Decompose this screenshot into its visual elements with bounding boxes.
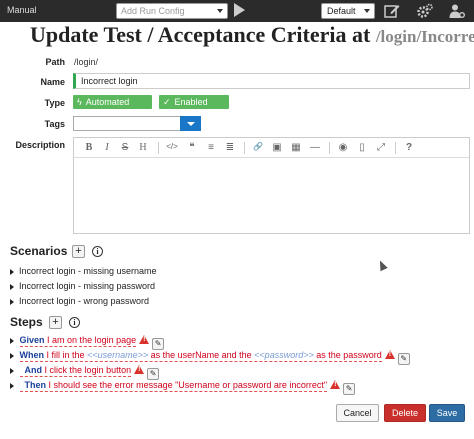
toolbar-divider xyxy=(244,142,245,154)
step-text: And I click the login button xyxy=(19,365,132,377)
bold-button[interactable]: B xyxy=(83,142,95,153)
enabled-toggle[interactable]: ✓ Enabled xyxy=(159,95,229,109)
unordered-list-button[interactable]: ≡ xyxy=(205,142,217,153)
page-title-path: /login/Incorrect xyxy=(375,27,474,46)
expand-icon xyxy=(10,298,14,305)
code-button[interactable]: </> xyxy=(166,142,178,151)
description-label: Description xyxy=(15,140,65,150)
expand-icon xyxy=(10,268,14,275)
fullscreen-button[interactable]: ⤢ xyxy=(375,142,387,153)
step-text: Given I am on the login page xyxy=(19,335,137,347)
warning-icon xyxy=(384,350,395,359)
ordered-list-button[interactable]: ≣ xyxy=(224,142,236,153)
expand-icon xyxy=(10,382,14,389)
expand-icon xyxy=(10,337,14,344)
scenarios-heading: Scenarios xyxy=(10,244,68,258)
quote-button[interactable]: ❝ xyxy=(186,142,198,153)
type-value: Automated xyxy=(85,97,130,107)
tags-input[interactable] xyxy=(73,116,181,131)
heading-button[interactable]: H xyxy=(137,142,149,153)
add-step-button[interactable]: + xyxy=(49,316,62,329)
warning-icon xyxy=(139,335,150,344)
step-row[interactable]: Then I should see the error message "Use… xyxy=(10,380,356,395)
mode-label: Manual xyxy=(7,5,37,15)
pencil-icon[interactable]: ✎ xyxy=(343,383,356,395)
pencil-icon[interactable]: ✎ xyxy=(147,368,160,380)
top-toolbar: Manual Add Run Config Default xyxy=(0,0,474,22)
tags-dropdown-button[interactable] xyxy=(180,116,201,131)
table-button[interactable]: ▦ xyxy=(290,142,302,153)
play-icon[interactable] xyxy=(234,3,245,17)
scenario-item[interactable]: Incorrect login - missing password xyxy=(10,281,155,291)
chevron-down-icon xyxy=(217,9,223,13)
step-parameter: <<password>> xyxy=(254,350,314,360)
step-keyword: Then xyxy=(24,380,47,390)
toolbar-divider xyxy=(395,142,396,154)
enabled-value: Enabled xyxy=(174,97,208,107)
side-by-side-button[interactable]: ▯ xyxy=(356,142,368,153)
step-keyword: When xyxy=(19,350,45,360)
path-value: /login/ xyxy=(74,57,99,67)
page-title-main: Update Test / Acceptance Criteria at xyxy=(30,22,376,47)
type-toggle[interactable]: ϟ Automated xyxy=(73,95,152,109)
description-editor[interactable]: B I S H </> ❝ ≡ ≣ 🔗 ▣ ▦ — ◉ ▯ ⤢ ? xyxy=(73,137,470,234)
info-icon[interactable]: i xyxy=(92,246,103,257)
type-label: Type xyxy=(44,98,65,108)
add-scenario-button[interactable]: + xyxy=(72,245,85,258)
strikethrough-button[interactable]: S xyxy=(119,142,131,153)
warning-icon xyxy=(134,365,145,374)
step-text: Then I should see the error message "Use… xyxy=(19,380,328,392)
bolt-icon: ϟ xyxy=(77,97,82,107)
save-button[interactable]: Save xyxy=(429,404,465,422)
scenario-label: Incorrect login - wrong password xyxy=(19,296,150,306)
pencil-icon[interactable]: ✎ xyxy=(152,338,165,350)
edit-icon[interactable] xyxy=(384,3,400,19)
horizontal-rule-button[interactable]: — xyxy=(309,142,321,153)
delete-button[interactable]: Delete xyxy=(384,404,426,422)
name-input[interactable]: Incorrect login xyxy=(73,73,470,89)
toolbar-divider xyxy=(329,142,330,154)
step-row[interactable]: And I click the login button ✎ xyxy=(10,365,160,380)
help-button[interactable]: ? xyxy=(403,142,415,153)
run-config-placeholder: Add Run Config xyxy=(121,6,185,16)
scenario-label: Incorrect login - missing username xyxy=(19,266,157,276)
scenario-label: Incorrect login - missing password xyxy=(19,281,156,291)
users-settings-icon[interactable] xyxy=(449,3,465,19)
info-icon[interactable]: i xyxy=(69,317,80,328)
pencil-icon[interactable]: ✎ xyxy=(397,353,410,365)
step-text: When I fill in the <<username>> as the u… xyxy=(19,350,382,362)
expand-icon xyxy=(10,367,14,374)
scenario-item[interactable]: Incorrect login - wrong password xyxy=(10,296,149,306)
expand-icon xyxy=(10,283,14,290)
step-parameter: <<username>> xyxy=(87,350,149,360)
toolbar-divider xyxy=(158,142,159,154)
gears-icon[interactable] xyxy=(417,3,433,19)
tags-label: Tags xyxy=(44,119,65,129)
expand-icon xyxy=(10,352,14,359)
step-keyword: And xyxy=(24,365,43,375)
chevron-down-icon xyxy=(364,9,370,13)
editor-toolbar: B I S H </> ❝ ≡ ≣ 🔗 ▣ ▦ — ◉ ▯ ⤢ ? xyxy=(74,138,469,158)
step-row[interactable]: Given I am on the login page ✎ xyxy=(10,335,165,350)
check-icon: ✓ xyxy=(163,97,171,107)
link-button[interactable]: 🔗 xyxy=(252,142,264,151)
preview-button[interactable]: ◉ xyxy=(337,142,349,153)
path-label: Path xyxy=(45,57,65,67)
step-keyword: Given xyxy=(19,335,45,345)
step-row[interactable]: When I fill in the <<username>> as the u… xyxy=(10,350,410,365)
italic-button[interactable]: I xyxy=(101,142,113,153)
image-button[interactable]: ▣ xyxy=(271,142,283,153)
name-label: Name xyxy=(40,77,65,87)
cancel-button[interactable]: Cancel xyxy=(336,404,379,422)
warning-icon xyxy=(330,380,341,389)
page-title: Update Test / Acceptance Criteria at /lo… xyxy=(30,22,474,50)
profile-select[interactable]: Default xyxy=(321,3,375,19)
mouse-cursor-icon xyxy=(376,258,388,272)
name-input-value: Incorrect login xyxy=(81,76,138,86)
run-config-select[interactable]: Add Run Config xyxy=(116,3,228,19)
scenario-item[interactable]: Incorrect login - missing username xyxy=(10,266,157,276)
steps-heading: Steps xyxy=(10,315,43,329)
profile-value: Default xyxy=(327,6,356,16)
